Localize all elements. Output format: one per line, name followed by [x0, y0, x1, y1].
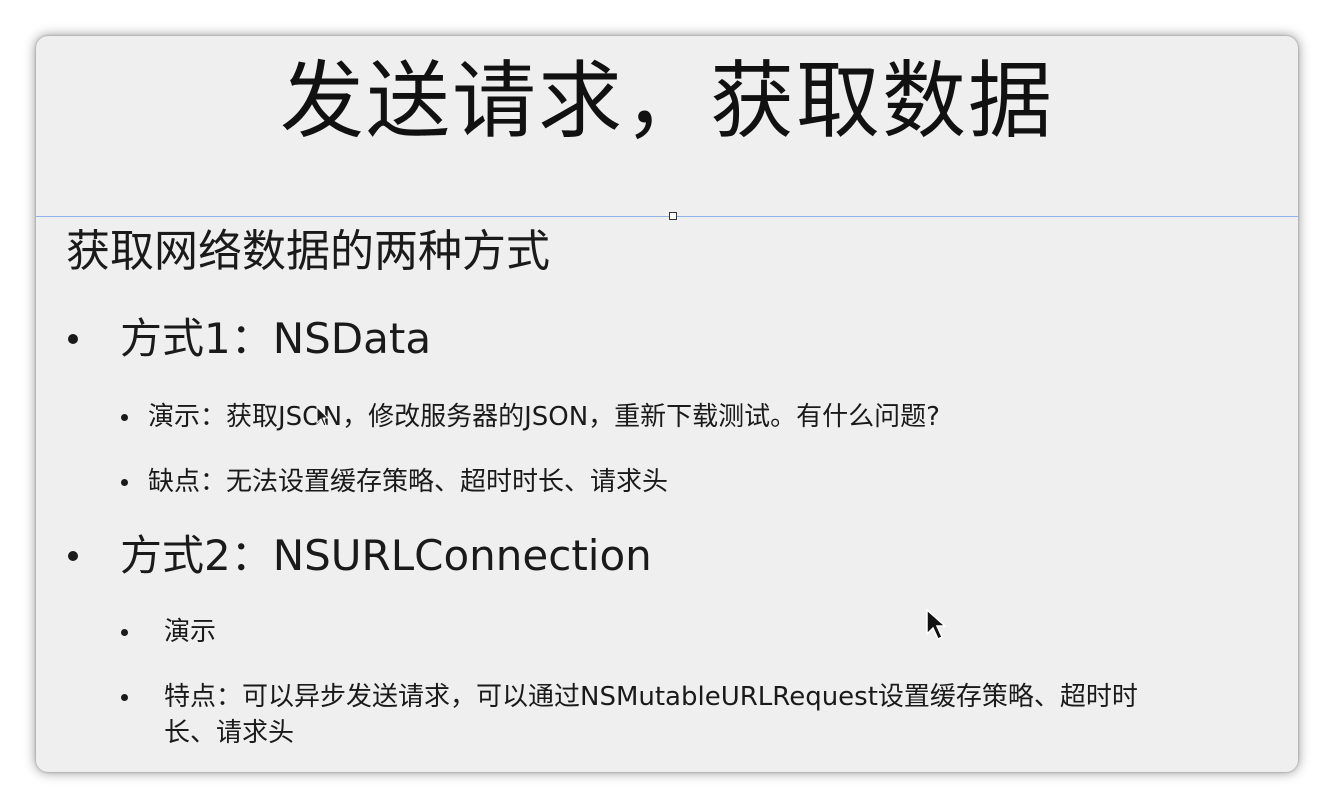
- slide-title[interactable]: 发送请求，获取数据: [36, 46, 1298, 156]
- method-2-heading: 方式2：NSURLConnection: [120, 531, 652, 580]
- bullet-method-1[interactable]: 方式1：NSData: [68, 311, 432, 367]
- bullet-dot: [121, 629, 128, 636]
- presentation-slide: 发送请求，获取数据 获取网络数据的两种方式 方式1：NSData 演示：获取JS…: [36, 36, 1298, 772]
- feature-text-line-2: 长、请求头: [164, 718, 295, 748]
- sub-bullet-demo-1[interactable]: 演示：获取JSON，修改服务器的JSON，重新下载测试。有什么问题?: [121, 397, 940, 437]
- bullet-dot: [121, 694, 128, 701]
- sub-bullet-demo-2[interactable]: 演示: [121, 612, 217, 652]
- sub-bullet-drawback[interactable]: 缺点：无法设置缓存策略、超时时长、请求头: [121, 462, 669, 502]
- bullet-dot: [68, 334, 78, 344]
- method-1-heading: 方式1：NSData: [120, 314, 432, 363]
- demo-1-text: 演示：获取JSON，修改服务器的JSON，重新下载测试。有什么问题?: [148, 402, 940, 432]
- bullet-dot: [68, 551, 78, 561]
- drawback-text: 缺点：无法设置缓存策略、超时时长、请求头: [148, 467, 669, 497]
- demo-2-text: 演示: [164, 617, 217, 647]
- bullet-dot: [121, 414, 128, 421]
- text-box-selection-line: [36, 216, 1298, 217]
- slide-subtitle[interactable]: 获取网络数据的两种方式: [66, 222, 550, 282]
- resize-handle[interactable]: [669, 212, 677, 220]
- mouse-pointer-icon: [316, 406, 330, 427]
- sub-bullet-feature[interactable]: 特点：可以异步发送请求，可以通过NSMutableURLRequest设置缓存策…: [121, 677, 1284, 753]
- mouse-pointer-icon: [926, 608, 947, 641]
- bullet-dot: [121, 479, 128, 486]
- bullet-method-2[interactable]: 方式2：NSURLConnection: [68, 528, 652, 584]
- feature-text-line-1: 特点：可以异步发送请求，可以通过NSMutableURLRequest设置缓存策…: [164, 682, 1138, 712]
